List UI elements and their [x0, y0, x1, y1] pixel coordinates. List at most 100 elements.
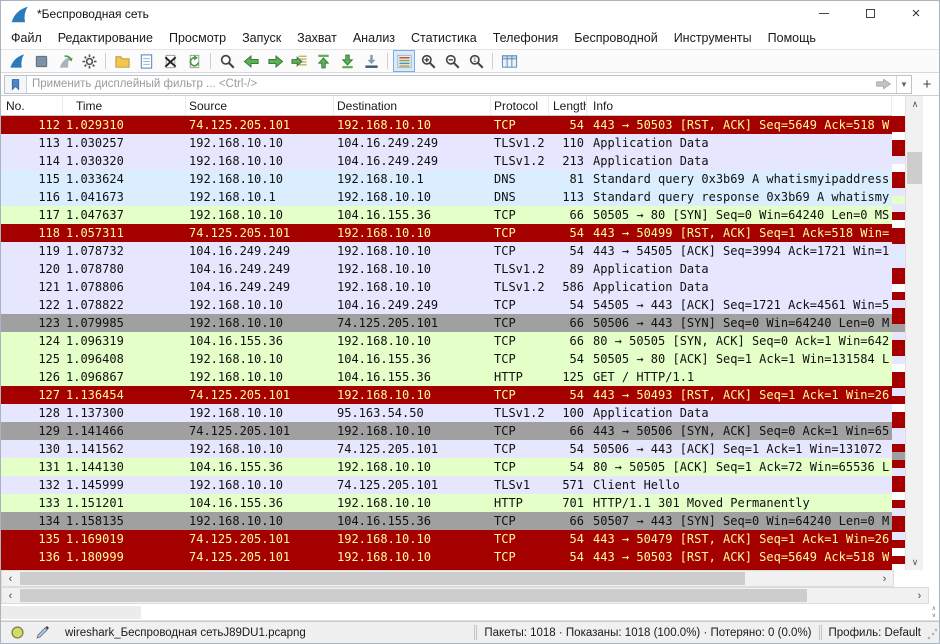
zoom-in-button[interactable]	[417, 50, 439, 72]
stop-capture-button[interactable]	[30, 50, 52, 72]
menu-item-9[interactable]: Инструменты	[666, 28, 760, 48]
destination-cell: 192.168.10.1	[334, 170, 491, 188]
pane-scroll-thumb[interactable]	[1, 606, 141, 619]
menu-item-5[interactable]: Анализ	[345, 28, 403, 48]
pane-spinner[interactable]: ∧∨	[932, 604, 936, 621]
apply-filter-button[interactable]	[870, 76, 896, 93]
packet-row-119[interactable]: 1191.078732104.16.249.249192.168.10.10TC…	[1, 242, 892, 260]
colorize-button[interactable]	[393, 50, 415, 72]
packet-row-118[interactable]: 1181.05731174.125.205.101192.168.10.10TC…	[1, 224, 892, 242]
protocol-cell: HTTP	[491, 368, 549, 386]
minimap-stripe	[892, 324, 905, 332]
restart-capture-button[interactable]	[54, 50, 76, 72]
packet-row-136[interactable]: 1361.18099974.125.205.101192.168.10.10TC…	[1, 548, 892, 566]
capture-comment-button[interactable]	[34, 624, 51, 641]
scroll-down-icon[interactable]: ∨	[906, 554, 924, 570]
zoom-normal-button[interactable]: 1	[465, 50, 487, 72]
expert-info-button[interactable]	[9, 624, 26, 641]
column-header-length[interactable]: Length	[549, 96, 587, 115]
packet-row-116[interactable]: 1161.041673192.168.10.1192.168.10.10DNS1…	[1, 188, 892, 206]
menu-item-2[interactable]: Просмотр	[161, 28, 234, 48]
scroll-right-icon[interactable]: ›	[876, 571, 893, 586]
close-file-button[interactable]	[159, 50, 181, 72]
filter-history-dropdown[interactable]: ▼	[896, 76, 911, 93]
profile-selector[interactable]: Профиль: Default	[829, 627, 921, 639]
packet-row-134[interactable]: 1341.158135192.168.10.10104.16.155.36TCP…	[1, 512, 892, 530]
hscroll-thumb-2[interactable]	[20, 589, 807, 602]
secondary-hscrollbar[interactable]: ‹ ›	[1, 587, 929, 604]
menu-item-8[interactable]: Беспроводной	[566, 28, 665, 48]
packet-list-hscrollbar[interactable]: ‹ ›	[1, 570, 894, 587]
go-last-button[interactable]	[336, 50, 358, 72]
packet-minimap[interactable]	[892, 116, 905, 570]
add-filter-button[interactable]: +	[918, 75, 936, 94]
packet-row-112[interactable]: 1121.02931074.125.205.101192.168.10.10TC…	[1, 116, 892, 134]
packet-row-133[interactable]: 1331.151201104.16.155.36192.168.10.10HTT…	[1, 494, 892, 512]
vertical-scroll-thumb[interactable]	[907, 152, 922, 184]
close-button[interactable]: ×	[893, 1, 939, 26]
packet-row-117[interactable]: 1171.047637192.168.10.10104.16.155.36TCP…	[1, 206, 892, 224]
scroll-left-icon[interactable]: ‹	[2, 571, 19, 586]
scroll-up-icon[interactable]: ∧	[906, 96, 924, 112]
menu-item-6[interactable]: Статистика	[403, 28, 485, 48]
column-header-source[interactable]: Source	[186, 96, 334, 115]
no-cell: 124	[1, 332, 63, 350]
protocol-cell: TLSv1.2	[491, 152, 549, 170]
column-header-info[interactable]: Info	[587, 96, 892, 115]
packet-row-115[interactable]: 1151.033624192.168.10.10192.168.10.1DNS8…	[1, 170, 892, 188]
packet-row-129[interactable]: 1291.14146674.125.205.101192.168.10.10TC…	[1, 422, 892, 440]
packet-row-122[interactable]: 1221.078822192.168.10.10104.16.249.249TC…	[1, 296, 892, 314]
menu-item-7[interactable]: Телефония	[485, 28, 567, 48]
minimap-stripe	[892, 140, 905, 148]
packet-row-132[interactable]: 1321.145999192.168.10.1074.125.205.101TL…	[1, 476, 892, 494]
go-forward-button[interactable]	[264, 50, 286, 72]
time-cell: 1.033624	[63, 170, 186, 188]
go-to-packet-button[interactable]	[288, 50, 310, 72]
packet-row-135[interactable]: 1351.16901974.125.205.101192.168.10.10TC…	[1, 530, 892, 548]
resize-columns-button[interactable]	[498, 50, 520, 72]
auto-scroll-button[interactable]	[360, 50, 382, 72]
packet-row-127[interactable]: 1271.13645474.125.205.101192.168.10.10TC…	[1, 386, 892, 404]
reload-file-button[interactable]	[183, 50, 205, 72]
resize-grip[interactable]	[927, 626, 937, 640]
column-header-time[interactable]: Time	[63, 96, 186, 115]
packet-row-131[interactable]: 1311.144130104.16.155.36192.168.10.10TCP…	[1, 458, 892, 476]
open-file-button[interactable]	[111, 50, 133, 72]
go-back-button[interactable]	[240, 50, 262, 72]
packet-row-120[interactable]: 1201.078780104.16.249.249192.168.10.10TL…	[1, 260, 892, 278]
packet-row-128[interactable]: 1281.137300192.168.10.1095.163.54.50TLSv…	[1, 404, 892, 422]
menu-item-1[interactable]: Редактирование	[50, 28, 161, 48]
capture-options-button[interactable]	[78, 50, 100, 72]
go-first-button[interactable]	[312, 50, 334, 72]
scroll-left-icon[interactable]: ‹	[2, 588, 19, 603]
menu-item-4[interactable]: Захват	[289, 28, 345, 48]
packet-row-124[interactable]: 1241.096319104.16.155.36192.168.10.10TCP…	[1, 332, 892, 350]
minimap-stripe	[892, 196, 905, 204]
packet-row-114[interactable]: 1141.030320192.168.10.10104.16.249.249TL…	[1, 152, 892, 170]
packet-row-126[interactable]: 1261.096867192.168.10.10104.16.155.36HTT…	[1, 368, 892, 386]
packet-row-113[interactable]: 1131.030257192.168.10.10104.16.249.249TL…	[1, 134, 892, 152]
minimize-button[interactable]	[801, 1, 847, 26]
vertical-scrollbar[interactable]: ∧ ∨	[905, 96, 923, 570]
scroll-right-icon[interactable]: ›	[911, 588, 928, 603]
start-capture-button[interactable]	[6, 50, 28, 72]
no-cell: 131	[1, 458, 63, 476]
menu-item-10[interactable]: Помощь	[760, 28, 824, 48]
packet-row-123[interactable]: 1231.079985192.168.10.1074.125.205.101TC…	[1, 314, 892, 332]
maximize-button[interactable]	[847, 1, 893, 26]
menu-item-3[interactable]: Запуск	[234, 28, 289, 48]
packet-row-130[interactable]: 1301.141562192.168.10.1074.125.205.101TC…	[1, 440, 892, 458]
save-file-button[interactable]	[135, 50, 157, 72]
menu-item-0[interactable]: Файл	[3, 28, 50, 48]
display-filter-input[interactable]	[27, 76, 870, 93]
no-cell: 134	[1, 512, 63, 530]
packet-row-125[interactable]: 1251.096408192.168.10.10104.16.155.36TCP…	[1, 350, 892, 368]
column-header-no[interactable]: No.	[1, 96, 63, 115]
packet-row-121[interactable]: 1211.078806104.16.249.249192.168.10.10TL…	[1, 278, 892, 296]
column-header-destination[interactable]: Destination	[334, 96, 491, 115]
filter-bookmark-button[interactable]	[5, 76, 27, 93]
find-packet-button[interactable]	[216, 50, 238, 72]
hscroll-thumb-1[interactable]	[20, 572, 745, 585]
zoom-out-button[interactable]	[441, 50, 463, 72]
column-header-protocol[interactable]: Protocol	[491, 96, 549, 115]
